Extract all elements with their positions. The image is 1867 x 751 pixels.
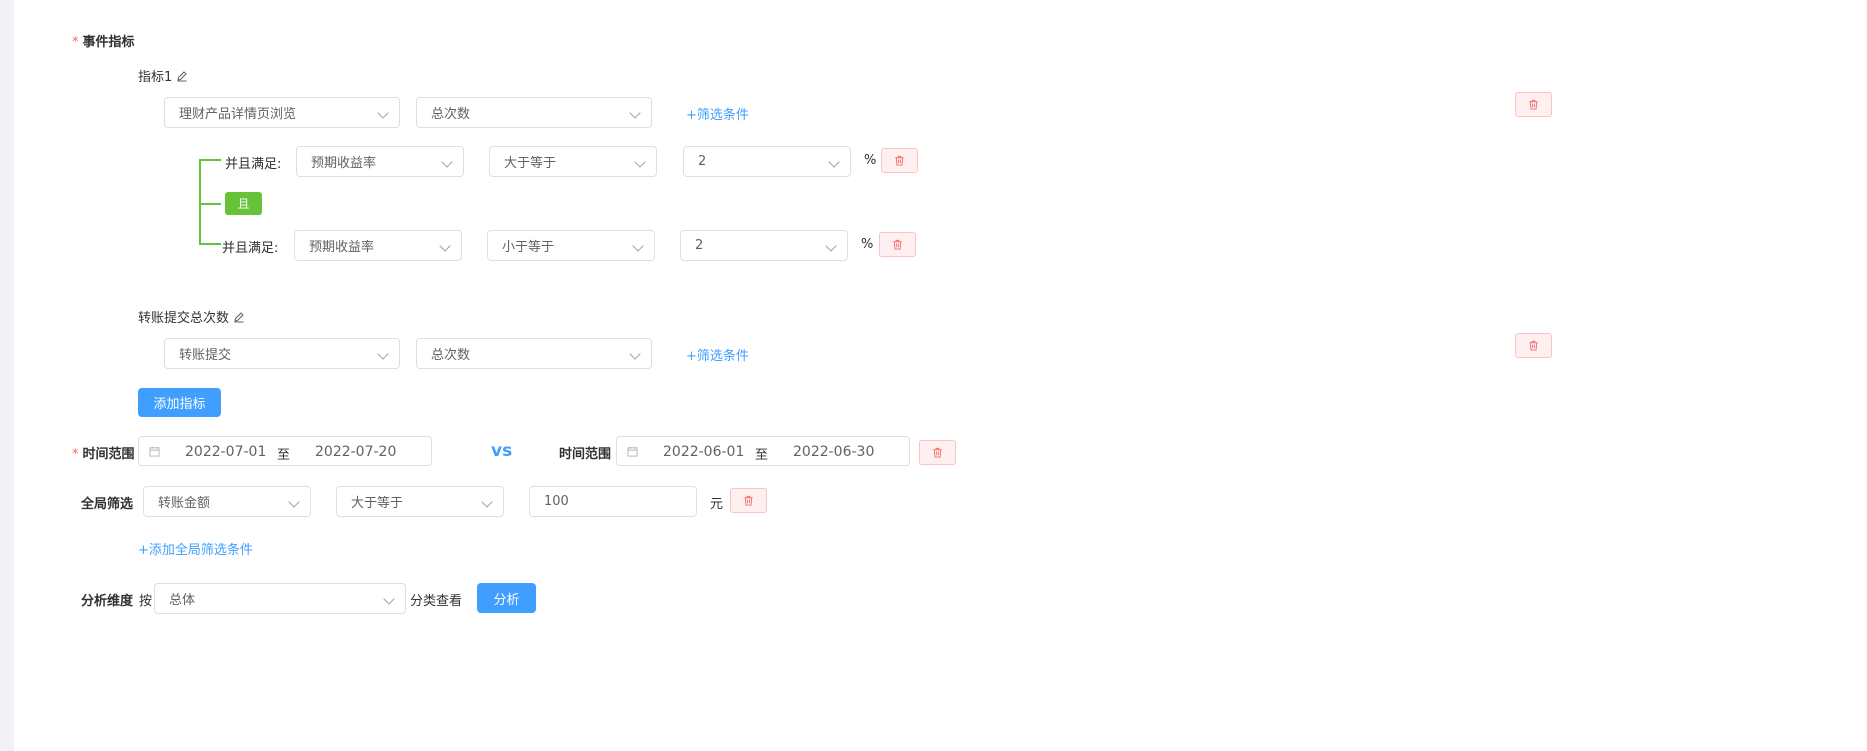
time-range-end: 2022-07-20 — [315, 444, 397, 460]
event-metrics-label: * 事件指标 — [72, 35, 135, 50]
compare-time-range-separator: 至 — [755, 448, 769, 463]
chevron-down-icon — [632, 240, 644, 252]
trash-icon — [1529, 99, 1538, 110]
main-panel: * 事件指标 指标1 理财产品详情页浏览 总次数 +筛选条件 且 并且满足: 预期… — [14, 0, 1867, 751]
trash-icon — [933, 447, 942, 458]
trash-icon — [744, 495, 753, 506]
metric1-add-filter-link[interactable]: +筛选条件 — [686, 104, 749, 123]
compare-time-range-picker[interactable]: 2022-06-01 至 2022-06-30 — [616, 436, 910, 466]
global-filter-label: 全局筛选 — [81, 497, 134, 512]
global-filter-operator-select[interactable]: 大于等于 — [336, 486, 504, 517]
filter-tree-branch — [199, 159, 221, 161]
filter1-field-select[interactable]: 预期收益率 — [296, 146, 464, 177]
chevron-down-icon — [383, 593, 395, 605]
dimension-label: 分析维度 — [81, 594, 134, 609]
compare-time-delete-button[interactable] — [919, 440, 956, 465]
metric2-add-filter-link[interactable]: +筛选条件 — [686, 345, 749, 364]
chevron-down-icon — [439, 240, 451, 252]
global-filter-field-select[interactable]: 转账金额 — [143, 486, 311, 517]
add-global-filter-link[interactable]: +添加全局筛选条件 — [138, 539, 253, 558]
trash-icon — [895, 155, 904, 166]
time-range-separator: 至 — [277, 448, 291, 463]
time-range-label: * 时间范围 — [72, 447, 135, 462]
analyze-button[interactable]: 分析 — [477, 583, 536, 613]
filter2-unit: % — [861, 237, 874, 252]
add-metric-button[interactable]: 添加指标 — [138, 388, 221, 417]
metric1-header: 指标1 — [138, 66, 188, 85]
metric2-event-select[interactable]: 转账提交 — [164, 338, 400, 369]
chevron-down-icon — [377, 348, 389, 360]
chevron-down-icon — [825, 240, 837, 252]
filter1-value-select[interactable]: 2 — [683, 146, 851, 177]
global-filter-delete-button[interactable] — [730, 488, 767, 513]
filter-tree-branch — [199, 203, 221, 205]
required-mark: * — [72, 447, 79, 462]
metric2-delete-button[interactable] — [1515, 333, 1552, 358]
required-mark: * — [72, 35, 79, 50]
calendar-icon — [627, 446, 638, 457]
filter2-operator-select[interactable]: 小于等于 — [487, 230, 655, 261]
filter1-delete-button[interactable] — [881, 148, 918, 173]
time-range-picker[interactable]: 2022-07-01 至 2022-07-20 — [138, 436, 432, 466]
trash-icon — [893, 239, 902, 250]
filter2-field-select[interactable]: 预期收益率 — [294, 230, 462, 261]
compare-time-range-label: 时间范围 — [559, 447, 612, 462]
filter-tree-branch — [199, 243, 221, 245]
chevron-down-icon — [441, 156, 453, 168]
chevron-down-icon — [481, 496, 493, 508]
dimension-select[interactable]: 总体 — [154, 583, 406, 614]
filter2-prefix: 并且满足: — [222, 241, 279, 256]
calendar-icon — [149, 446, 160, 457]
logic-and-tag[interactable]: 且 — [225, 192, 262, 215]
chevron-down-icon — [629, 107, 641, 119]
global-filter-unit: 元 — [710, 497, 724, 512]
filter1-operator-select[interactable]: 大于等于 — [489, 146, 657, 177]
chevron-down-icon — [288, 496, 300, 508]
chevron-down-icon — [377, 107, 389, 119]
filter2-delete-button[interactable] — [879, 232, 916, 257]
filter2-value-select[interactable]: 2 — [680, 230, 848, 261]
trash-icon — [1529, 340, 1538, 351]
chevron-down-icon — [634, 156, 646, 168]
edit-icon[interactable] — [233, 311, 245, 323]
metric2-name: 转账提交总次数 — [138, 311, 230, 326]
global-filter-value-input[interactable]: 100 — [529, 486, 697, 517]
metric1-name: 指标1 — [138, 70, 173, 85]
compare-time-range-end: 2022-06-30 — [793, 444, 875, 460]
filter1-unit: % — [864, 153, 877, 168]
metric1-delete-button[interactable] — [1515, 92, 1552, 117]
metric2-measure-select[interactable]: 总次数 — [416, 338, 652, 369]
time-range-start: 2022-07-01 — [185, 444, 267, 460]
chevron-down-icon — [629, 348, 641, 360]
metric2-header: 转账提交总次数 — [138, 307, 245, 326]
dimension-by: 按 — [139, 594, 153, 609]
dimension-suffix: 分类查看 — [410, 594, 463, 609]
metric1-measure-select[interactable]: 总次数 — [416, 97, 652, 128]
compare-time-range-start: 2022-06-01 — [663, 444, 745, 460]
filter1-prefix: 并且满足: — [225, 157, 282, 172]
metric1-event-select[interactable]: 理财产品详情页浏览 — [164, 97, 400, 128]
chevron-down-icon — [828, 156, 840, 168]
edit-icon[interactable] — [176, 70, 188, 82]
vs-label: vs — [491, 441, 513, 461]
